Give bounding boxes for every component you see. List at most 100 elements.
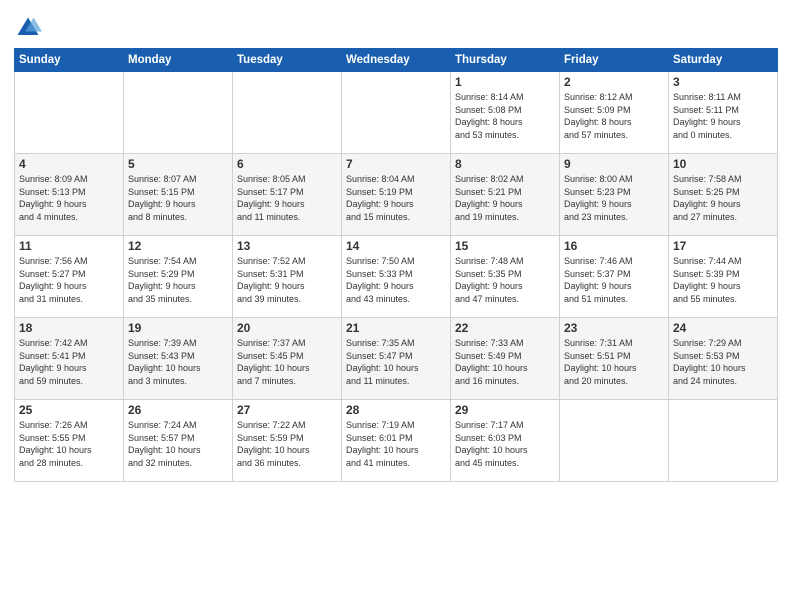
day-cell <box>124 72 233 154</box>
day-cell: 16 Sunrise: 7:46 AM Sunset: 5:37 PM Dayli… <box>560 236 669 318</box>
day-number: 5 <box>128 157 228 171</box>
day-number: 15 <box>455 239 555 253</box>
day-number: 7 <box>346 157 446 171</box>
day-cell: 10Sunrise: 7:58 AM Sunset: 5:25 PM Dayli… <box>669 154 778 236</box>
day-info: Sunrise: 7:26 AM Sunset: 5:55 PM Dayligh… <box>19 419 119 469</box>
day-number: 11 <box>19 239 119 253</box>
day-cell: 4 Sunrise: 8:09 AM Sunset: 5:13 PM Daylig… <box>15 154 124 236</box>
day-number: 26 <box>128 403 228 417</box>
day-cell: 2 Sunrise: 8:12 AM Sunset: 5:09 PM Daylig… <box>560 72 669 154</box>
day-info: Sunrise: 7:48 AM Sunset: 5:35 PM Dayligh… <box>455 255 555 305</box>
day-number: 19 <box>128 321 228 335</box>
day-cell: 17 Sunrise: 7:44 AM Sunset: 5:39 PM Dayli… <box>669 236 778 318</box>
day-info: Sunrise: 8:07 AM Sunset: 5:15 PM Dayligh… <box>128 173 228 223</box>
day-cell: 8 Sunrise: 8:02 AM Sunset: 5:21 PM Daylig… <box>451 154 560 236</box>
calendar-body: 1 Sunrise: 8:14 AM Sunset: 5:08 PM Daylig… <box>15 72 778 482</box>
day-number: 29 <box>455 403 555 417</box>
week-row-5: 25 Sunrise: 7:26 AM Sunset: 5:55 PM Dayli… <box>15 400 778 482</box>
day-cell: 26 Sunrise: 7:24 AM Sunset: 5:57 PM Dayli… <box>124 400 233 482</box>
day-number: 8 <box>455 157 555 171</box>
day-cell: 27Sunrise: 7:22 AM Sunset: 5:59 PM Dayli… <box>233 400 342 482</box>
day-number: 14 <box>346 239 446 253</box>
day-number: 18 <box>19 321 119 335</box>
day-cell: 11 Sunrise: 7:56 AM Sunset: 5:27 PM Dayli… <box>15 236 124 318</box>
logo-icon <box>14 14 42 42</box>
day-info: Sunrise: 7:19 AM Sunset: 6:01 PM Dayligh… <box>346 419 446 469</box>
day-number: 12 <box>128 239 228 253</box>
day-info: Sunrise: 7:17 AM Sunset: 6:03 PM Dayligh… <box>455 419 555 469</box>
day-cell: 12 Sunrise: 7:54 AM Sunset: 5:29 PM Dayli… <box>124 236 233 318</box>
day-info: Sunrise: 7:35 AM Sunset: 5:47 PM Dayligh… <box>346 337 446 387</box>
day-info: Sunrise: 7:46 AM Sunset: 5:37 PM Dayligh… <box>564 255 664 305</box>
header-area <box>14 10 778 42</box>
page: SundayMondayTuesdayWednesdayThursdayFrid… <box>0 0 792 612</box>
column-header-tuesday: Tuesday <box>233 49 342 72</box>
week-row-1: 1 Sunrise: 8:14 AM Sunset: 5:08 PM Daylig… <box>15 72 778 154</box>
day-info: Sunrise: 7:29 AM Sunset: 5:53 PM Dayligh… <box>673 337 773 387</box>
day-info: Sunrise: 7:44 AM Sunset: 5:39 PM Dayligh… <box>673 255 773 305</box>
day-number: 25 <box>19 403 119 417</box>
day-info: Sunrise: 7:31 AM Sunset: 5:51 PM Dayligh… <box>564 337 664 387</box>
day-cell: 14 Sunrise: 7:50 AM Sunset: 5:33 PM Dayli… <box>342 236 451 318</box>
day-info: Sunrise: 7:42 AM Sunset: 5:41 PM Dayligh… <box>19 337 119 387</box>
day-info: Sunrise: 7:37 AM Sunset: 5:45 PM Dayligh… <box>237 337 337 387</box>
day-cell: 21Sunrise: 7:35 AM Sunset: 5:47 PM Dayli… <box>342 318 451 400</box>
day-info: Sunrise: 7:54 AM Sunset: 5:29 PM Dayligh… <box>128 255 228 305</box>
day-cell: 5 Sunrise: 8:07 AM Sunset: 5:15 PM Daylig… <box>124 154 233 236</box>
day-info: Sunrise: 7:39 AM Sunset: 5:43 PM Dayligh… <box>128 337 228 387</box>
day-number: 10 <box>673 157 773 171</box>
day-number: 4 <box>19 157 119 171</box>
day-info: Sunrise: 7:24 AM Sunset: 5:57 PM Dayligh… <box>128 419 228 469</box>
day-cell: 23Sunrise: 7:31 AM Sunset: 5:51 PM Dayli… <box>560 318 669 400</box>
column-header-saturday: Saturday <box>669 49 778 72</box>
day-number: 17 <box>673 239 773 253</box>
day-info: Sunrise: 7:52 AM Sunset: 5:31 PM Dayligh… <box>237 255 337 305</box>
day-info: Sunrise: 8:02 AM Sunset: 5:21 PM Dayligh… <box>455 173 555 223</box>
calendar-header: SundayMondayTuesdayWednesdayThursdayFrid… <box>15 49 778 72</box>
day-number: 22 <box>455 321 555 335</box>
day-info: Sunrise: 8:05 AM Sunset: 5:17 PM Dayligh… <box>237 173 337 223</box>
day-cell: 20 Sunrise: 7:37 AM Sunset: 5:45 PM Dayli… <box>233 318 342 400</box>
day-cell: 7Sunrise: 8:04 AM Sunset: 5:19 PM Daylig… <box>342 154 451 236</box>
day-info: Sunrise: 7:50 AM Sunset: 5:33 PM Dayligh… <box>346 255 446 305</box>
day-cell: 19 Sunrise: 7:39 AM Sunset: 5:43 PM Dayli… <box>124 318 233 400</box>
day-info: Sunrise: 8:12 AM Sunset: 5:09 PM Dayligh… <box>564 91 664 141</box>
day-info: Sunrise: 8:11 AM Sunset: 5:11 PM Dayligh… <box>673 91 773 141</box>
day-cell: 13Sunrise: 7:52 AM Sunset: 5:31 PM Dayli… <box>233 236 342 318</box>
day-cell: 15 Sunrise: 7:48 AM Sunset: 5:35 PM Dayli… <box>451 236 560 318</box>
week-row-4: 18 Sunrise: 7:42 AM Sunset: 5:41 PM Dayli… <box>15 318 778 400</box>
column-header-monday: Monday <box>124 49 233 72</box>
day-cell: 25 Sunrise: 7:26 AM Sunset: 5:55 PM Dayli… <box>15 400 124 482</box>
day-cell: 9 Sunrise: 8:00 AM Sunset: 5:23 PM Daylig… <box>560 154 669 236</box>
week-row-3: 11 Sunrise: 7:56 AM Sunset: 5:27 PM Dayli… <box>15 236 778 318</box>
day-info: Sunrise: 8:00 AM Sunset: 5:23 PM Dayligh… <box>564 173 664 223</box>
day-cell <box>233 72 342 154</box>
day-info: Sunrise: 8:09 AM Sunset: 5:13 PM Dayligh… <box>19 173 119 223</box>
day-info: Sunrise: 8:14 AM Sunset: 5:08 PM Dayligh… <box>455 91 555 141</box>
day-cell: 22 Sunrise: 7:33 AM Sunset: 5:49 PM Dayli… <box>451 318 560 400</box>
calendar-table: SundayMondayTuesdayWednesdayThursdayFrid… <box>14 48 778 482</box>
day-number: 1 <box>455 75 555 89</box>
day-info: Sunrise: 7:22 AM Sunset: 5:59 PM Dayligh… <box>237 419 337 469</box>
logo <box>14 14 45 42</box>
day-cell: 29 Sunrise: 7:17 AM Sunset: 6:03 PM Dayli… <box>451 400 560 482</box>
header-row: SundayMondayTuesdayWednesdayThursdayFrid… <box>15 49 778 72</box>
column-header-friday: Friday <box>560 49 669 72</box>
day-number: 9 <box>564 157 664 171</box>
day-info: Sunrise: 7:56 AM Sunset: 5:27 PM Dayligh… <box>19 255 119 305</box>
day-number: 16 <box>564 239 664 253</box>
day-info: Sunrise: 7:33 AM Sunset: 5:49 PM Dayligh… <box>455 337 555 387</box>
week-row-2: 4 Sunrise: 8:09 AM Sunset: 5:13 PM Daylig… <box>15 154 778 236</box>
day-number: 2 <box>564 75 664 89</box>
column-header-sunday: Sunday <box>15 49 124 72</box>
day-number: 20 <box>237 321 337 335</box>
day-cell: 6 Sunrise: 8:05 AM Sunset: 5:17 PM Daylig… <box>233 154 342 236</box>
column-header-wednesday: Wednesday <box>342 49 451 72</box>
day-number: 28 <box>346 403 446 417</box>
day-number: 6 <box>237 157 337 171</box>
day-cell: 24Sunrise: 7:29 AM Sunset: 5:53 PM Dayli… <box>669 318 778 400</box>
day-number: 3 <box>673 75 773 89</box>
day-cell: 1 Sunrise: 8:14 AM Sunset: 5:08 PM Daylig… <box>451 72 560 154</box>
day-cell <box>15 72 124 154</box>
day-cell: 18 Sunrise: 7:42 AM Sunset: 5:41 PM Dayli… <box>15 318 124 400</box>
